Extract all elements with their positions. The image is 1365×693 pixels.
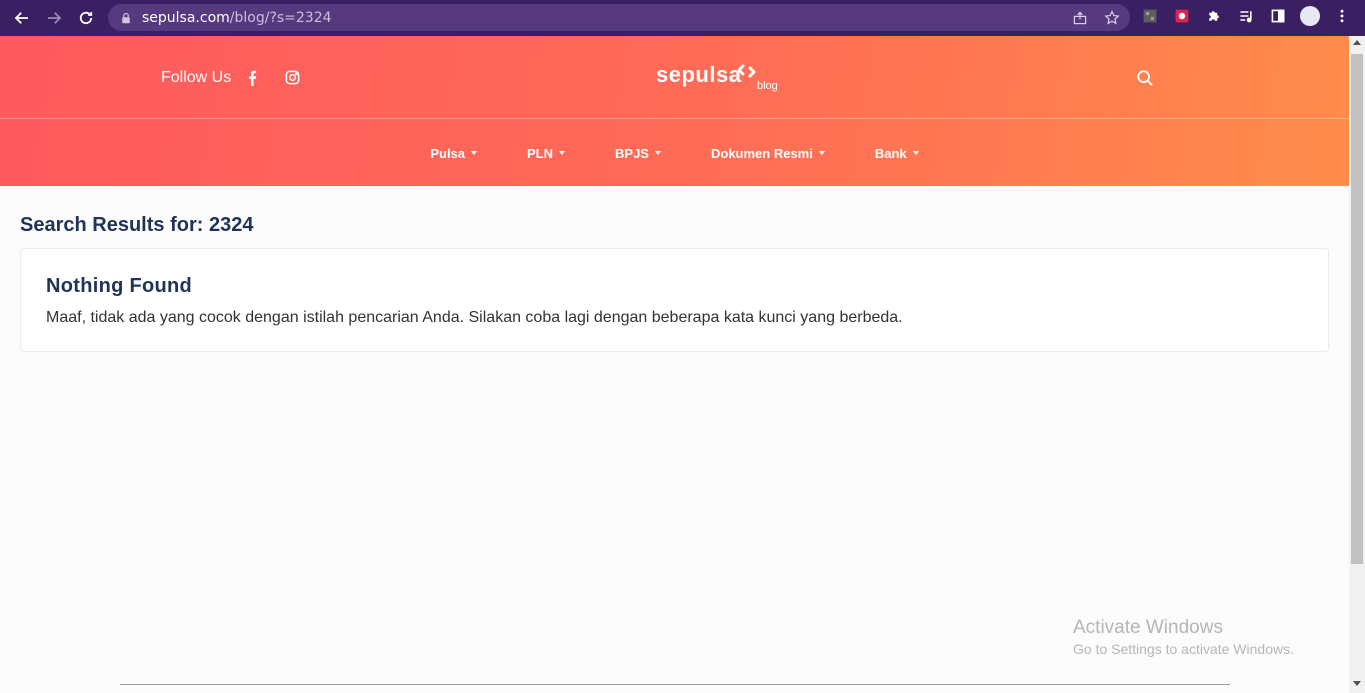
reload-icon[interactable]	[70, 2, 102, 34]
footer-divider	[120, 684, 1230, 685]
header-top-row: Follow Us sepulsa blog	[0, 36, 1349, 119]
activate-windows-title: Activate Windows	[1073, 617, 1223, 638]
follow-us-label: Follow Us	[161, 69, 232, 86]
scroll-up-arrow-icon[interactable]	[1353, 40, 1361, 45]
caret-down-icon	[559, 151, 566, 155]
back-icon[interactable]	[6, 2, 38, 34]
profile-avatar[interactable]	[1300, 6, 1320, 26]
caret-down-icon	[654, 151, 661, 155]
search-results-title: Search Results for: 2324	[20, 214, 254, 236]
logo-mark-icon	[738, 64, 756, 78]
media-icon[interactable]	[1236, 6, 1256, 26]
menu-item-dokumen-resmi[interactable]: Dokumen Resmi	[711, 146, 825, 161]
activate-windows-subtitle: Go to Settings to activate Windows.	[1073, 641, 1294, 657]
side-panel-icon[interactable]	[1268, 6, 1288, 26]
nothing-found-heading: Nothing Found	[46, 275, 193, 297]
scroll-down-arrow-icon[interactable]	[1353, 681, 1361, 686]
instagram-icon[interactable]	[285, 70, 300, 85]
logo-text: sepulsa	[656, 62, 742, 87]
share-icon[interactable]	[1070, 8, 1090, 28]
caret-down-icon	[818, 151, 825, 155]
menu-item-bank[interactable]: Bank	[875, 146, 919, 161]
extension-qr-icon[interactable]	[1140, 6, 1160, 26]
menu-label: BPJS	[615, 145, 649, 161]
star-icon[interactable]	[1102, 8, 1122, 28]
browser-toolbar: sepulsa.com/blog/?s=2324	[0, 0, 1365, 36]
nothing-found-message: Maaf, tidak ada yang cocok dengan istila…	[46, 309, 903, 326]
facebook-icon[interactable]	[246, 70, 258, 86]
puzzle-icon[interactable]	[1204, 6, 1224, 26]
main-menu: Pulsa PLN BPJS Dokumen Resmi Bank	[0, 120, 1349, 186]
caret-down-icon	[471, 151, 478, 155]
search-icon[interactable]	[1136, 69, 1154, 87]
extension-red-icon[interactable]	[1172, 6, 1192, 26]
menu-item-bpjs[interactable]: BPJS	[615, 146, 661, 161]
no-results-card: Nothing Found Maaf, tidak ada yang cocok…	[20, 248, 1329, 352]
caret-down-icon	[912, 151, 919, 155]
logo-sub: blog	[757, 80, 778, 92]
menu-item-pln[interactable]: PLN	[527, 145, 566, 161]
scroll-thumb[interactable]	[1351, 54, 1363, 564]
url-host: sepulsa.com	[142, 9, 230, 26]
lock-icon	[120, 11, 134, 25]
menu-label: Pulsa	[430, 145, 466, 161]
kebab-menu-icon[interactable]	[1332, 6, 1352, 26]
menu-label: Dokumen Resmi	[710, 145, 813, 161]
url-path: /blog/?s=2324	[229, 9, 332, 26]
menu-item-pulsa[interactable]: Pulsa	[430, 145, 478, 161]
address-bar[interactable]: sepulsa.com/blog/?s=2324	[108, 4, 1130, 31]
forward-icon[interactable]	[38, 2, 70, 34]
page-scrollbar[interactable]	[1349, 36, 1365, 693]
site-header: Follow Us sepulsa blog Pulsa PLN BPJS Do…	[0, 36, 1349, 186]
sepulsa-blog-logo[interactable]: sepulsa blog	[656, 62, 778, 92]
menu-label: PLN	[527, 145, 554, 161]
menu-label: Bank	[874, 145, 907, 161]
